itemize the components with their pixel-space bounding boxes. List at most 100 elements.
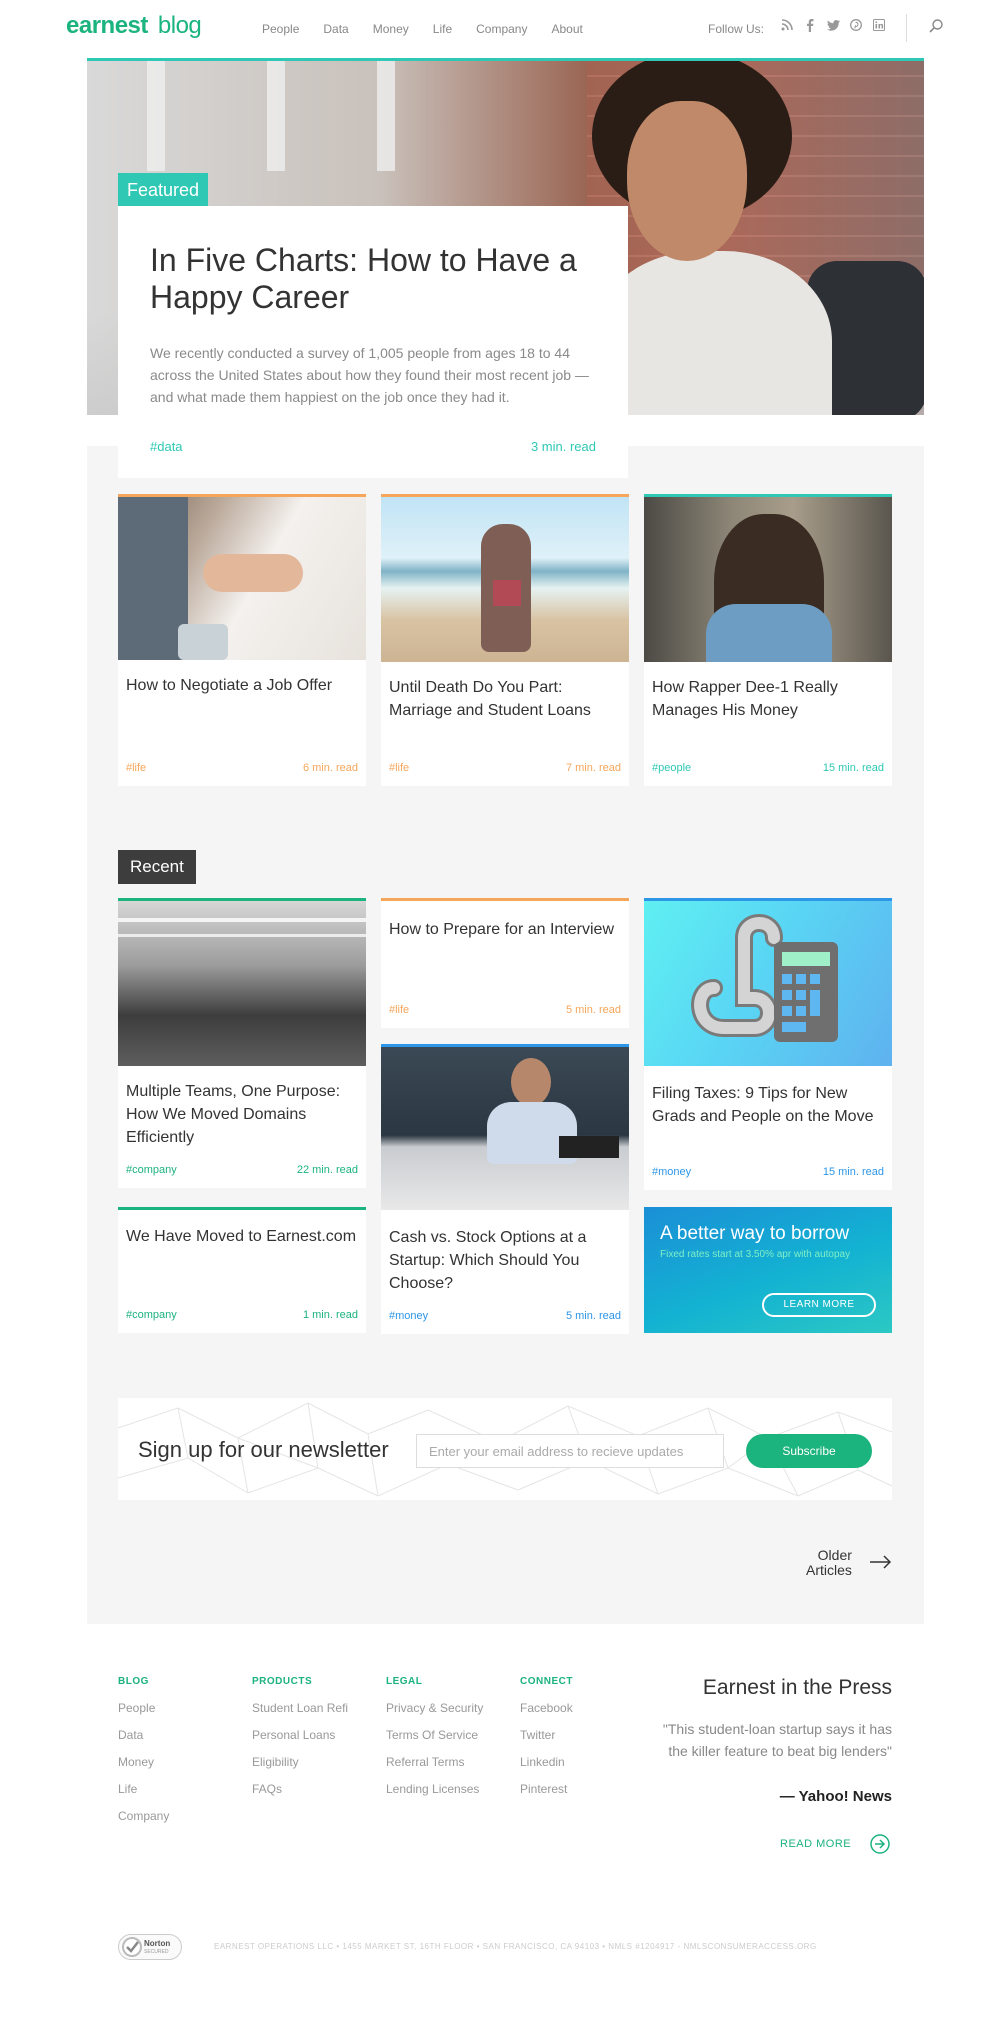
post-image-handshake[interactable]	[118, 494, 366, 660]
footer-link[interactable]: Facebook	[520, 1701, 573, 1715]
footer-link[interactable]: People	[118, 1701, 169, 1715]
post-card[interactable]: How to Negotiate a Job Offer #life 6 min…	[118, 494, 366, 786]
footer-link[interactable]: Linkedin	[520, 1755, 573, 1769]
twitter-icon[interactable]	[826, 18, 840, 32]
checkmark-icon	[122, 1937, 142, 1957]
featured-tag[interactable]: #data	[150, 439, 183, 454]
post-tag[interactable]: #company	[126, 1164, 177, 1176]
post-title[interactable]: We Have Moved to Earnest.com	[126, 1225, 358, 1248]
post-meta: #company 22 min. read	[126, 1164, 358, 1176]
post-meta: #life 6 min. read	[126, 762, 358, 774]
footer-link[interactable]: Student Loan Refi	[252, 1701, 348, 1715]
footer-link[interactable]: Referral Terms	[386, 1755, 483, 1769]
norton-sublabel: SECURED	[144, 1949, 169, 1955]
promo-title: A better way to borrow	[660, 1223, 850, 1244]
nav-item-data[interactable]: Data	[323, 22, 348, 36]
nav-item-people[interactable]: People	[262, 22, 299, 36]
post-card[interactable]: Multiple Teams, One Purpose: How We Move…	[118, 898, 366, 1188]
post-image-tax-illustration[interactable]	[644, 898, 892, 1066]
footer-link[interactable]: Twitter	[520, 1728, 573, 1742]
footer-link[interactable]: Company	[118, 1809, 169, 1823]
pinterest-icon[interactable]	[849, 18, 863, 32]
footer-column-legal: LEGAL Privacy & Security Terms Of Servic…	[386, 1676, 483, 1809]
arrow-right-icon[interactable]	[870, 1555, 892, 1569]
logo-brand[interactable]: earnest	[66, 12, 148, 39]
featured-card[interactable]: In Five Charts: How to Have a Happy Care…	[118, 206, 628, 478]
post-title[interactable]: Until Death Do You Part: Marriage and St…	[389, 676, 621, 722]
footer-link[interactable]: Pinterest	[520, 1782, 573, 1796]
footer-link[interactable]: FAQs	[252, 1782, 348, 1796]
post-tag[interactable]: #life	[389, 1004, 409, 1016]
logo-suffix[interactable]: blog	[158, 12, 202, 39]
recent-section-label: Recent	[118, 850, 196, 884]
post-tag[interactable]: #money	[652, 1166, 691, 1178]
hero-window-pillar	[147, 61, 165, 171]
older-line-2[interactable]: Articles	[806, 1563, 852, 1578]
post-card[interactable]: How to Prepare for an Interview #life 5 …	[381, 898, 629, 1028]
read-more-link[interactable]: READ MORE	[780, 1838, 851, 1850]
footer-link[interactable]: Lending Licenses	[386, 1782, 483, 1796]
facebook-icon[interactable]	[803, 18, 817, 32]
header-divider	[906, 14, 907, 42]
post-tag[interactable]: #company	[126, 1309, 177, 1321]
learn-more-button[interactable]: LEARN MORE	[762, 1293, 876, 1317]
footer-link[interactable]: Privacy & Security	[386, 1701, 483, 1715]
footer-link[interactable]: Eligibility	[252, 1755, 348, 1769]
footer-link[interactable]: Money	[118, 1755, 169, 1769]
post-tag[interactable]: #money	[389, 1310, 428, 1322]
post-title[interactable]: How to Negotiate a Job Offer	[126, 674, 358, 697]
post-image-shirt	[706, 604, 832, 662]
post-image-desk-worker[interactable]	[381, 1044, 629, 1210]
post-card[interactable]: We Have Moved to Earnest.com #company 1 …	[118, 1207, 366, 1333]
newsletter-email-input[interactable]	[416, 1434, 724, 1468]
nav-item-money[interactable]: Money	[373, 22, 409, 36]
post-tag[interactable]: #life	[126, 762, 146, 774]
post-image-office-crowd[interactable]	[118, 898, 366, 1066]
post-image-beach-couple[interactable]	[381, 494, 629, 662]
post-read-time: 22 min. read	[296, 1164, 358, 1176]
post-image-rapper[interactable]	[644, 494, 892, 662]
borrow-promo-card[interactable]: A better way to borrow Fixed rates start…	[644, 1207, 892, 1333]
press-source: — Yahoo! News	[779, 1788, 892, 1805]
footer-heading: BLOG	[118, 1676, 149, 1687]
post-title[interactable]: Multiple Teams, One Purpose: How We Move…	[126, 1080, 358, 1149]
post-title[interactable]: Cash vs. Stock Options at a Startup: Whi…	[389, 1226, 621, 1295]
site-logo[interactable]: earnest blog	[66, 12, 202, 40]
circle-arrow-right-icon[interactable]	[870, 1834, 890, 1854]
hero-window-pillar	[377, 61, 395, 171]
newsletter-title: Sign up for our newsletter	[138, 1437, 389, 1462]
norton-seal: Norton SECURED	[118, 1934, 182, 1960]
nav-item-life[interactable]: Life	[433, 22, 452, 36]
post-card[interactable]: Until Death Do You Part: Marriage and St…	[381, 494, 629, 786]
footer-link[interactable]: Personal Loans	[252, 1728, 348, 1742]
search-icon[interactable]	[928, 18, 944, 34]
older-line-1[interactable]: Older	[806, 1548, 852, 1563]
subscribe-button[interactable]: Subscribe	[746, 1434, 872, 1468]
footer-link[interactable]: Data	[118, 1728, 169, 1742]
post-meta: #people 15 min. read	[652, 762, 884, 774]
linkedin-icon[interactable]	[872, 18, 886, 32]
post-image-hands	[203, 554, 303, 592]
nav-item-about[interactable]: About	[551, 22, 582, 36]
older-articles-link[interactable]: Older Articles	[806, 1548, 852, 1578]
site-header: earnest blog People Data Money Life Compa…	[0, 0, 1000, 60]
featured-title[interactable]: In Five Charts: How to Have a Happy Care…	[150, 242, 596, 316]
hero-person-body	[592, 251, 832, 415]
post-title[interactable]: How to Prepare for an Interview	[389, 918, 621, 941]
calculator-illustration	[691, 914, 838, 1042]
post-card[interactable]: Cash vs. Stock Options at a Startup: Whi…	[381, 1044, 629, 1334]
footer-link[interactable]: Life	[118, 1782, 169, 1796]
post-tag[interactable]: #people	[652, 762, 691, 774]
featured-badge: Featured	[118, 173, 209, 208]
post-meta: #money 15 min. read	[652, 1166, 884, 1178]
rss-icon[interactable]	[780, 18, 794, 32]
footer-heading: PRODUCTS	[252, 1676, 313, 1687]
post-card[interactable]: How Rapper Dee-1 Really Manages His Mone…	[644, 494, 892, 786]
post-tag[interactable]: #life	[389, 762, 409, 774]
post-title[interactable]: How Rapper Dee-1 Really Manages His Mone…	[652, 676, 884, 722]
footer-link[interactable]: Terms Of Service	[386, 1728, 483, 1742]
post-card[interactable]: Filing Taxes: 9 Tips for New Grads and P…	[644, 898, 892, 1190]
nav-item-company[interactable]: Company	[476, 22, 527, 36]
footer-bottom-bar: Norton SECURED EARNEST OPERATIONS LLC • …	[118, 1934, 892, 1960]
post-title[interactable]: Filing Taxes: 9 Tips for New Grads and P…	[652, 1082, 884, 1128]
